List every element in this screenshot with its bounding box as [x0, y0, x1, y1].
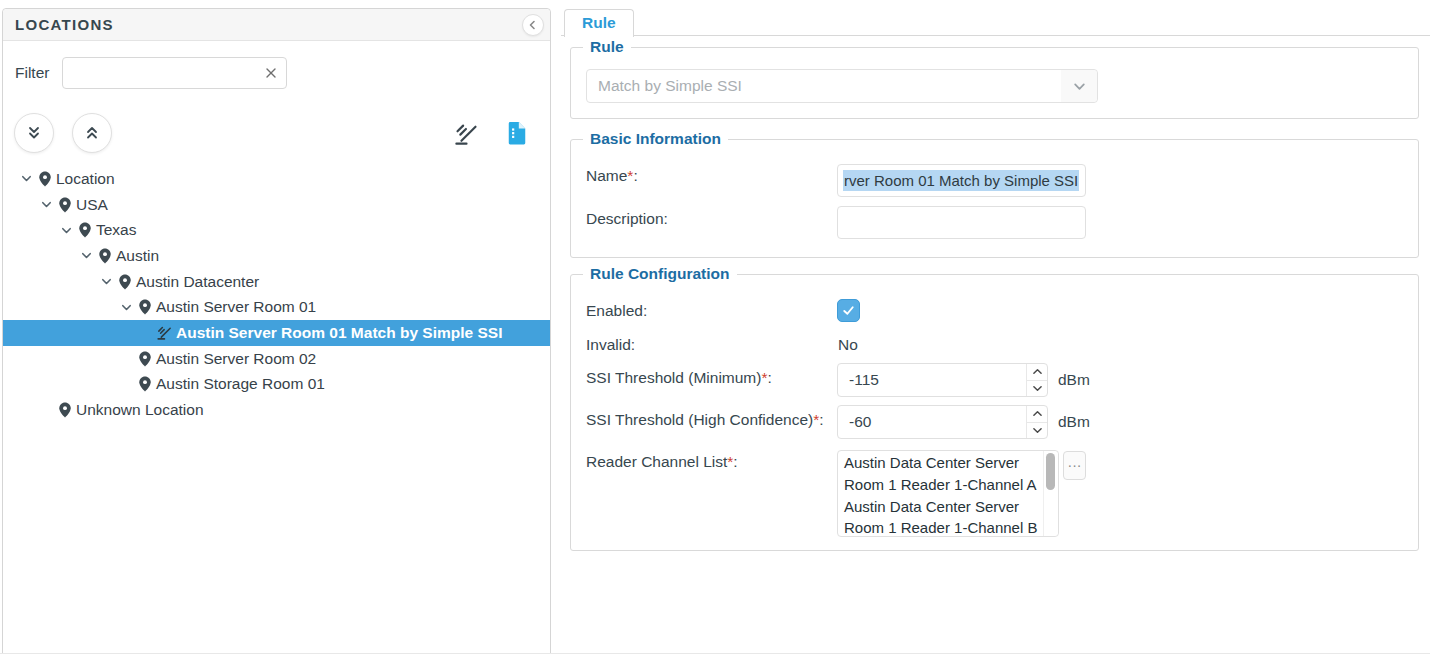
- filter-label: Filter: [15, 63, 49, 83]
- ssi-high-unit: dBm: [1058, 411, 1090, 433]
- location-pin-icon: [116, 274, 133, 290]
- ssi-high-label: SSI Threshold (High Confidence)*:: [586, 409, 824, 431]
- reader-channel-list-label: Reader Channel List*:: [586, 451, 738, 473]
- collapse-all-button[interactable]: [72, 113, 112, 153]
- reader-channel-browse-button[interactable]: ···: [1063, 451, 1086, 480]
- rule-section: Rule Match by Simple SSI: [570, 47, 1419, 119]
- location-tree: Location USA Texas Austin Austin Datacenter A…: [3, 166, 550, 423]
- description-label: Description:: [586, 208, 668, 230]
- tree-item-texas[interactable]: Texas: [3, 217, 550, 243]
- decrement-button[interactable]: [1027, 422, 1047, 439]
- enabled-checkbox[interactable]: [837, 299, 860, 322]
- location-pin-icon: [56, 402, 73, 418]
- ssi-high-spinner: [1026, 406, 1047, 438]
- name-field-selected-text: rver Room 01 Match by Simple SSI: [843, 170, 1079, 191]
- increment-button[interactable]: [1027, 406, 1047, 422]
- tree-item-label: Texas: [96, 221, 137, 239]
- tree-expander-chevron-down-icon[interactable]: [76, 250, 96, 261]
- tree-item-label: Austin: [116, 247, 159, 265]
- double-chevron-down-icon: [26, 125, 42, 141]
- location-pin-icon: [96, 248, 113, 264]
- locations-panel: LOCATIONS Filter: [2, 8, 551, 654]
- reader-channel-option[interactable]: Austin Data Center Server Room 1 Reader …: [844, 496, 1045, 537]
- checkmark-icon: [841, 303, 856, 318]
- rule-type-select[interactable]: Match by Simple SSI: [586, 69, 1098, 103]
- location-pin-icon: [136, 351, 153, 367]
- location-pin-icon: [36, 171, 53, 187]
- invalid-value: No: [838, 334, 858, 356]
- double-chevron-up-icon: [84, 125, 100, 141]
- locations-header: LOCATIONS: [3, 9, 550, 41]
- rule-configuration-section: Rule Configuration Enabled: Invalid: No …: [570, 274, 1419, 551]
- locations-title: LOCATIONS: [15, 16, 114, 33]
- tree-item-label: Location: [56, 170, 115, 188]
- ssi-min-spinner: [1026, 364, 1047, 396]
- panel-collapse-button[interactable]: [522, 14, 544, 36]
- location-pin-icon: [56, 197, 73, 213]
- ssi-high-value: -60: [849, 406, 871, 438]
- location-pin-icon: [76, 222, 93, 238]
- ssi-min-input[interactable]: -115: [837, 363, 1048, 397]
- decrement-button[interactable]: [1027, 380, 1047, 397]
- reader-channel-option[interactable]: Austin Data Center Server Room 1 Reader …: [844, 452, 1045, 496]
- tree-item-austin-datacenter[interactable]: Austin Datacenter: [3, 269, 550, 295]
- location-pin-icon: [136, 299, 153, 315]
- tree-item-austin-storage-room-01[interactable]: Austin Storage Room 01: [3, 372, 550, 398]
- rule-legend: Rule: [583, 37, 631, 57]
- rule-type-value: Match by Simple SSI: [598, 70, 742, 102]
- tree-item-label: USA: [76, 196, 108, 214]
- expand-all-button[interactable]: [14, 113, 54, 153]
- ssi-min-value: -115: [849, 364, 879, 396]
- tree-item-usa[interactable]: USA: [3, 192, 550, 218]
- tree-item-label: Austin Server Room 01: [156, 298, 316, 316]
- basic-information-legend: Basic Information: [583, 129, 728, 149]
- increment-button[interactable]: [1027, 364, 1047, 380]
- chevron-left-icon: [527, 19, 539, 31]
- location-pin-icon: [136, 376, 153, 392]
- reader-channel-options: Austin Data Center Server Room 1 Reader …: [844, 452, 1045, 537]
- listbox-scrollbar[interactable]: [1043, 451, 1058, 536]
- basic-information-section: Basic Information Name*: rver Room 01 Ma…: [570, 139, 1419, 258]
- rule-gavel-icon: [156, 324, 173, 341]
- rule-gavel-icon[interactable]: [453, 120, 480, 147]
- tree-expander-chevron-down-icon[interactable]: [56, 225, 76, 236]
- scrollbar-thumb[interactable]: [1046, 453, 1055, 490]
- tree-item-label: Austin Datacenter: [136, 273, 259, 291]
- tree-expander-chevron-down-icon[interactable]: [116, 302, 136, 313]
- filter-input[interactable]: [62, 57, 287, 89]
- tree-item-austin[interactable]: Austin: [3, 243, 550, 269]
- ssi-high-input[interactable]: -60: [837, 405, 1048, 439]
- document-icon[interactable]: [506, 121, 528, 145]
- invalid-label: Invalid:: [586, 334, 635, 356]
- name-label: Name*:: [586, 165, 638, 187]
- tree-item-label: Austin Storage Room 01: [156, 375, 325, 393]
- ssi-min-label: SSI Threshold (Minimum)*:: [586, 367, 772, 389]
- tree-item-austin-server-room-01-match-by-simple-ssi[interactable]: Austin Server Room 01 Match by Simple SS…: [3, 320, 550, 346]
- tree-item-label: Austin Server Room 02: [156, 350, 316, 368]
- tree-item-label: Unknown Location: [76, 401, 204, 419]
- enabled-label: Enabled:: [586, 300, 647, 322]
- tab-rule[interactable]: Rule: [564, 9, 634, 37]
- select-chevron-down-icon: [1061, 70, 1097, 102]
- bottom-border: [0, 653, 1430, 654]
- tree-expander-chevron-down-icon[interactable]: [96, 276, 116, 287]
- name-field[interactable]: rver Room 01 Match by Simple SSI: [837, 164, 1086, 197]
- tree-expander-chevron-down-icon[interactable]: [36, 199, 56, 210]
- reader-channel-list[interactable]: Austin Data Center Server Room 1 Reader …: [837, 450, 1059, 537]
- clear-filter-icon[interactable]: [265, 67, 277, 79]
- tree-item-label: Austin Server Room 01 Match by Simple SS…: [176, 324, 502, 342]
- tab-bar: Rule: [561, 9, 1430, 36]
- tree-item-austin-server-room-01[interactable]: Austin Server Room 01: [3, 294, 550, 320]
- description-field[interactable]: [837, 206, 1086, 239]
- tree-expander-chevron-down-icon[interactable]: [16, 173, 36, 184]
- rule-configuration-legend: Rule Configuration: [583, 264, 737, 284]
- tree-item-austin-server-room-02[interactable]: Austin Server Room 02: [3, 346, 550, 372]
- tree-item-location[interactable]: Location: [3, 166, 550, 192]
- tree-item-unknown-location[interactable]: Unknown Location: [3, 397, 550, 423]
- ssi-min-unit: dBm: [1058, 369, 1090, 391]
